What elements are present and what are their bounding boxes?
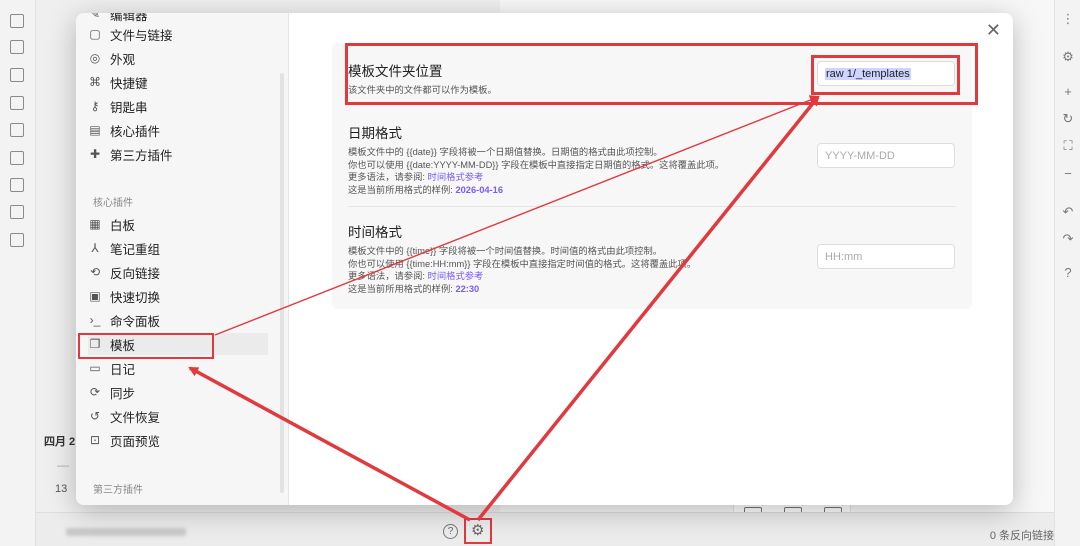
- setting-time-title: 时间格式: [348, 225, 402, 240]
- sync-icon: ⟳: [89, 385, 101, 399]
- calendar-day[interactable]: 13: [55, 483, 67, 495]
- nav-community-plugins[interactable]: ✚ 第三方插件: [88, 143, 268, 165]
- graph-icon[interactable]: [10, 40, 24, 54]
- nav-hotkeys[interactable]: ⌘ 快捷键: [88, 71, 268, 93]
- left-ribbon: [0, 0, 36, 546]
- copy-icon[interactable]: [10, 123, 24, 137]
- folder-link-icon: ▢: [89, 27, 101, 41]
- nav-file-recovery[interactable]: ↺ 文件恢复: [88, 405, 268, 427]
- puzzle-icon: ✚: [89, 147, 101, 161]
- nav-core-plugins[interactable]: ▤ 核心插件: [88, 119, 268, 141]
- right-ribbon: ⋮ ⚙ + ↻ ⛶ − ↶ ↷ ?: [1054, 0, 1080, 546]
- palette-icon: ◎: [89, 51, 101, 65]
- nav-note-composer[interactable]: ⅄ 笔记重组: [88, 237, 268, 259]
- help-icon[interactable]: ?: [1059, 264, 1077, 282]
- vault-name[interactable]: [66, 528, 186, 536]
- date-format-input[interactable]: YYYY-MM-DD: [817, 143, 955, 168]
- status-bar: [36, 512, 1054, 546]
- redo-icon[interactable]: ↷: [1059, 230, 1077, 248]
- nav-page-preview[interactable]: ⊡ 页面预览: [88, 429, 268, 451]
- date-format-sample: 2026-04-16: [455, 184, 503, 195]
- preview-icon: ⊡: [89, 433, 101, 447]
- divider: [348, 206, 956, 207]
- backlink-icon: ⟲: [89, 265, 101, 279]
- nav-appearance[interactable]: ◎ 外观: [88, 47, 268, 69]
- reset-icon[interactable]: ↻: [1059, 110, 1077, 128]
- dots-icon[interactable]: ⋮: [1059, 10, 1077, 28]
- date-format-reference-link[interactable]: 时间格式参考: [428, 172, 484, 182]
- calendar-box-icon: ▤: [89, 123, 101, 137]
- open-icon[interactable]: [10, 233, 24, 247]
- undo-icon[interactable]: ↶: [1059, 203, 1077, 221]
- zoom-in-icon[interactable]: +: [1059, 83, 1077, 101]
- nav-canvas[interactable]: ▦ 白板: [88, 213, 268, 235]
- command-key-icon: ⌘: [89, 75, 101, 89]
- file-search-icon[interactable]: [10, 14, 24, 28]
- edit-icon: ✎: [89, 13, 101, 21]
- quick-switch-icon: ▣: [89, 289, 101, 303]
- templates-highlight-box: [78, 333, 214, 359]
- nav-daily-notes[interactable]: ▭ 日记: [88, 357, 268, 379]
- merge-icon: ⅄: [91, 241, 99, 255]
- nav-files-links[interactable]: ▢ 文件与链接: [88, 23, 268, 45]
- canvas-icon[interactable]: [10, 68, 24, 82]
- fit-icon[interactable]: ⛶: [1059, 137, 1077, 155]
- list-icon[interactable]: [10, 178, 24, 192]
- calendar-icon[interactable]: [10, 96, 24, 110]
- core-plugins-heading: 核心插件: [93, 198, 133, 209]
- outline-icon[interactable]: [10, 205, 24, 219]
- settings-sidebar: ✎ 编辑器 ▢ 文件与链接 ◎ 外观 ⌘ 快捷键 ⚷ 钥匙串 ▤ 核心插件 ✚ 第三方插件 核…: [76, 13, 289, 505]
- settings-gear-icon[interactable]: ⚙: [471, 523, 484, 539]
- community-plugins-heading: 第三方插件: [93, 485, 143, 496]
- nav-command-palette[interactable]: ›_ 命令面板: [88, 309, 268, 331]
- nav-quick-switcher[interactable]: ▣ 快速切换: [88, 285, 268, 307]
- close-icon[interactable]: ✕: [986, 21, 1001, 39]
- time-format-sample: 22:30: [455, 283, 480, 294]
- zoom-out-icon[interactable]: −: [1059, 165, 1077, 183]
- calendar-month: 四月 2: [44, 436, 76, 448]
- key-icon: ⚷: [90, 99, 100, 113]
- sidebar-scrollbar[interactable]: [280, 73, 284, 493]
- terminal-icon[interactable]: [10, 151, 24, 165]
- nav-keychain[interactable]: ⚷ 钥匙串: [88, 95, 268, 117]
- terminal-icon: ›_: [89, 313, 101, 327]
- calendar-weekday: —: [57, 458, 69, 472]
- nav-sync[interactable]: ⟳ 同步: [88, 381, 268, 403]
- nav-backlinks[interactable]: ⟲ 反向链接: [88, 261, 268, 283]
- folder-input-highlight-box: [811, 55, 960, 95]
- help-icon[interactable]: ?: [443, 524, 458, 539]
- gear-icon[interactable]: ⚙: [1059, 48, 1077, 66]
- settings-highlight-box: ⚙: [464, 518, 492, 544]
- time-format-reference-link[interactable]: 时间格式参考: [428, 271, 484, 281]
- backlinks-count[interactable]: 0 条反向链接: [990, 527, 1054, 543]
- setting-date-title: 日期格式: [348, 126, 402, 141]
- grid-icon: ▦: [89, 217, 101, 231]
- history-icon: ↺: [89, 409, 101, 423]
- calendar-icon: ▭: [89, 361, 101, 375]
- time-format-input[interactable]: HH:mm: [817, 244, 955, 269]
